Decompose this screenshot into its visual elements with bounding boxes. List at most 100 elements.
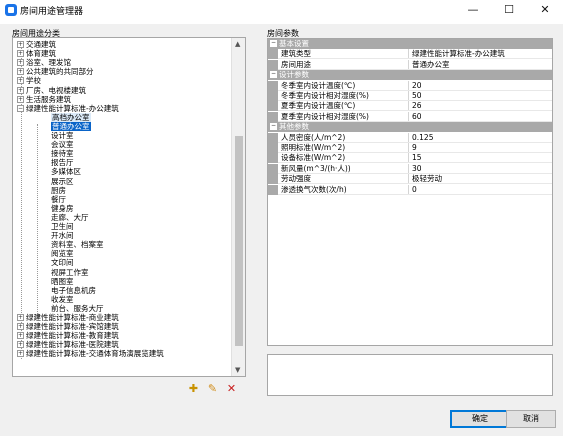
tree-item-label: 绿建性能计算标准-医院建筑 bbox=[26, 340, 119, 350]
tree-item-label: 绿建性能计算标准-办公建筑 bbox=[26, 103, 119, 113]
prop-category[interactable]: − 其他参数 bbox=[268, 122, 552, 133]
prop-row[interactable]: 劳动强度 极轻劳动 bbox=[268, 174, 552, 185]
app-icon bbox=[5, 4, 17, 16]
tree-item-label: 绿建性能计算标准-宾馆建筑 bbox=[26, 322, 119, 332]
prop-category-label: 基本设置 bbox=[279, 39, 309, 48]
tree-item-label: 体育建筑 bbox=[26, 49, 56, 59]
expand-icon[interactable]: + bbox=[17, 323, 24, 331]
tree-item-label: 厨房 bbox=[51, 185, 66, 195]
tree-item-label: 餐厅 bbox=[51, 194, 66, 204]
prop-row[interactable]: 设备标准(W/m^2) 15 bbox=[268, 153, 552, 164]
prop-margin bbox=[268, 80, 278, 91]
tree-item-label: 视屏工作室 bbox=[51, 267, 89, 277]
scroll-up-icon[interactable]: ▲ bbox=[235, 40, 240, 48]
prop-category[interactable]: − 基本设置 bbox=[268, 39, 552, 49]
prop-margin bbox=[268, 101, 278, 112]
tree-item-label: 收发室 bbox=[51, 294, 74, 304]
tree-item-label: 浴室、理发馆 bbox=[26, 58, 71, 68]
prop-margin bbox=[268, 59, 278, 70]
expand-icon[interactable]: + bbox=[17, 350, 24, 358]
collapse-icon[interactable]: − bbox=[270, 71, 277, 79]
tree-item-label: 会议室 bbox=[51, 140, 74, 150]
prop-row[interactable]: 夏季室内设计相对湿度(%) 60 bbox=[268, 111, 552, 122]
collapse-icon[interactable]: − bbox=[270, 40, 277, 47]
expand-icon[interactable]: + bbox=[17, 68, 24, 76]
tree-item-label: 晒图室 bbox=[51, 276, 74, 286]
prop-margin bbox=[268, 153, 278, 164]
prop-row[interactable]: 新风量(m^3/(h·人)) 30 bbox=[268, 163, 552, 174]
tree-item-label: 学校 bbox=[26, 76, 41, 86]
tree-item-label: 高档办公室 bbox=[51, 112, 91, 122]
tree-item-label: 绿建性能计算标准-商业建筑 bbox=[26, 313, 119, 322]
tree-item-label: 阅览室 bbox=[51, 249, 74, 259]
prop-margin bbox=[268, 174, 278, 185]
tree-item-label: 资料室、档案室 bbox=[51, 240, 104, 250]
prop-separator bbox=[278, 193, 552, 195]
tree-item-label: 绿建性能计算标准-教育建筑 bbox=[26, 331, 119, 341]
add-folder-icon[interactable]: ✚ bbox=[186, 381, 201, 396]
tree-item-label: 报告厅 bbox=[51, 158, 74, 168]
prop-margin bbox=[268, 184, 278, 195]
prop-row[interactable]: 冬季室内设计相对湿度(%) 50 bbox=[268, 91, 552, 101]
cancel-button[interactable]: 取消 bbox=[506, 410, 556, 428]
expand-icon[interactable]: + bbox=[17, 341, 24, 349]
expand-icon[interactable]: + bbox=[17, 332, 24, 340]
pencil-icon[interactable]: ✎ bbox=[205, 381, 220, 396]
window-title: 房间用途管理器 bbox=[20, 7, 84, 17]
prop-margin bbox=[268, 91, 278, 101]
prop-margin bbox=[268, 49, 278, 60]
tree-item-label: 文印间 bbox=[51, 258, 74, 268]
scroll-thumb[interactable] bbox=[235, 136, 243, 346]
tree-item-label: 设计室 bbox=[51, 131, 74, 140]
tree-item-label: 电子信息机房 bbox=[51, 285, 96, 295]
expand-icon[interactable]: + bbox=[17, 95, 24, 103]
expand-icon[interactable]: + bbox=[17, 41, 24, 48]
minimize-button[interactable]: — bbox=[455, 0, 491, 22]
maximize-button[interactable]: ☐ bbox=[491, 0, 527, 22]
collapse-icon[interactable]: − bbox=[17, 104, 24, 112]
tree-item-label: 绿建性能计算标准-交通体育场演展览建筑 bbox=[26, 349, 164, 359]
tree-item-label: 多媒体区 bbox=[51, 167, 81, 177]
ok-button[interactable]: 确定 bbox=[450, 410, 510, 428]
expand-icon[interactable]: + bbox=[17, 314, 24, 321]
description-box bbox=[267, 354, 553, 396]
property-grid[interactable]: − 基本设置 建筑类型 绿建性能计算标准-办公建筑 房间用途 普通办公室 − 设计参数 冬季室内… bbox=[267, 38, 553, 346]
tree-item-label: 健身房 bbox=[51, 203, 74, 213]
prop-row[interactable]: 房间用途 普通办公室 bbox=[268, 59, 552, 70]
prop-category-label: 其他参数 bbox=[279, 122, 309, 132]
delete-x-icon[interactable]: ✕ bbox=[224, 381, 239, 396]
prop-row[interactable]: 照明标准(W/m^2) 9 bbox=[268, 143, 552, 153]
prop-margin bbox=[268, 132, 278, 143]
prop-margin bbox=[268, 111, 278, 122]
prop-category-label: 设计参数 bbox=[279, 70, 309, 80]
tree-item[interactable]: + 绿建性能计算标准-交通体育场演展览建筑 bbox=[17, 349, 164, 359]
expand-icon[interactable]: + bbox=[17, 86, 24, 94]
prop-margin bbox=[268, 143, 278, 153]
room-category-tree[interactable]: + 交通建筑 + 体育建筑 + 浴室、理发馆 + 公共建筑的共同部分 + 学校 + 厂房、电视楼建筑 +… bbox=[12, 37, 246, 377]
tree-item-label: 展示区 bbox=[51, 176, 74, 186]
expand-icon[interactable]: + bbox=[17, 77, 24, 85]
tree-item-label: 厂房、电视楼建筑 bbox=[26, 85, 86, 95]
prop-row[interactable]: 夏季室内设计温度(℃) 26 bbox=[268, 101, 552, 112]
tree-guide-line bbox=[37, 124, 38, 318]
tree-scrollbar[interactable]: ▲ ▼ bbox=[231, 38, 245, 376]
expand-icon[interactable]: + bbox=[17, 50, 24, 58]
tree-item-label: 卫生间 bbox=[51, 222, 74, 231]
scroll-down-icon[interactable]: ▼ bbox=[235, 366, 240, 374]
prop-margin bbox=[268, 163, 278, 174]
prop-row[interactable]: 冬季室内设计温度(℃) 20 bbox=[268, 80, 552, 91]
close-button[interactable]: ✕ bbox=[527, 0, 563, 22]
prop-row[interactable]: 建筑类型 绿建性能计算标准-办公建筑 bbox=[268, 49, 552, 60]
title-bar: 房间用途管理器 — ☐ ✕ bbox=[0, 0, 563, 24]
tree-item-label: 生活服务建筑 bbox=[26, 94, 71, 104]
prop-category[interactable]: − 设计参数 bbox=[268, 70, 552, 81]
tree-item-label: 接待室 bbox=[51, 149, 74, 159]
expand-icon[interactable]: + bbox=[17, 59, 24, 67]
collapse-icon[interactable]: − bbox=[270, 123, 277, 131]
prop-row[interactable]: 渗透换气次数(次/h) 0 bbox=[268, 184, 552, 195]
tree-item-label: 普通办公室 bbox=[51, 121, 91, 131]
prop-row[interactable]: 人员密度(人/m^2) 0.125 bbox=[268, 132, 552, 143]
tree-item-label: 开水间 bbox=[51, 231, 74, 241]
tree-item-label: 交通建筑 bbox=[26, 40, 56, 49]
tree-item-label: 走廊、大厅 bbox=[51, 212, 89, 222]
